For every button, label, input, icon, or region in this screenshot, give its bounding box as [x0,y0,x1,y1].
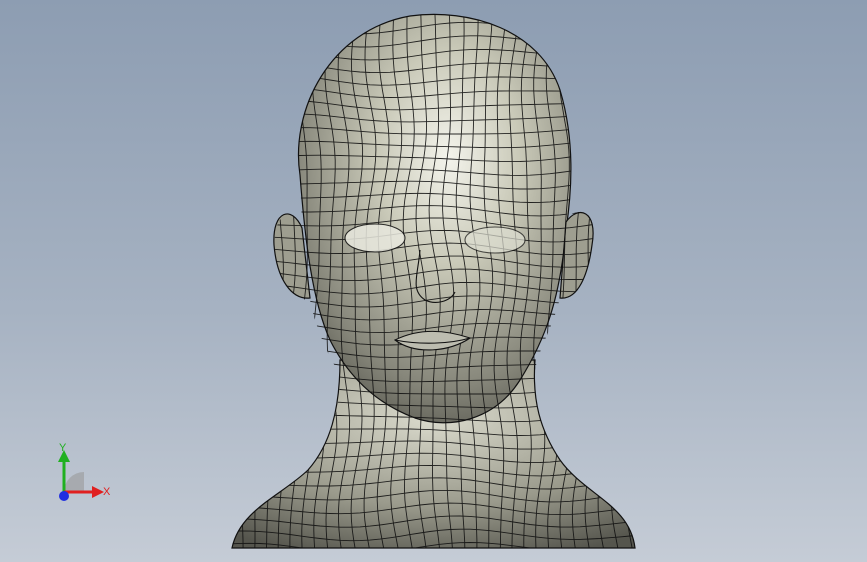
mesh-line [584,14,598,549]
triad-axes-icon [58,450,104,501]
mesh-line [272,14,286,549]
y-axis-label: Y [59,442,67,454]
x-axis-label: X [103,486,111,498]
mesh-line [624,14,635,549]
mesh-line [259,14,272,549]
graphics-viewport[interactable]: Y X [0,0,867,562]
mesh-line [234,14,247,549]
mesh-line [610,14,624,549]
coordinate-triad: Y X [46,440,116,510]
mesh-line [247,14,260,549]
head-mesh-model[interactable] [0,0,867,562]
mesh-line [597,14,611,549]
